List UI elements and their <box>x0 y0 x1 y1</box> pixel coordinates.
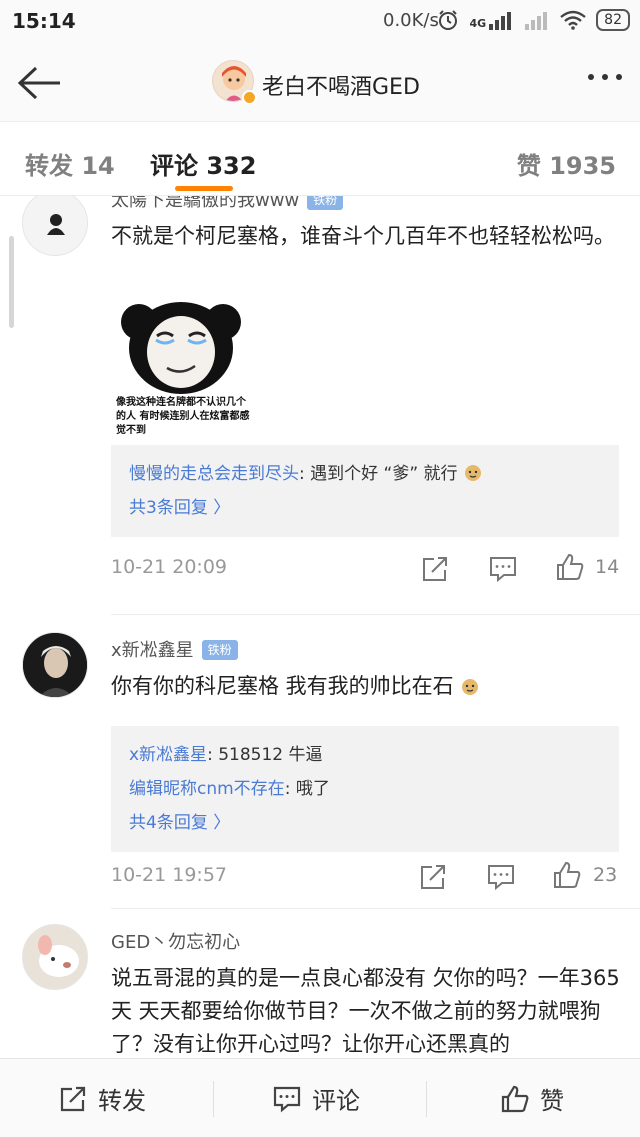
reply-button[interactable] <box>488 554 518 584</box>
repost-button[interactable] <box>420 554 450 584</box>
fan-badge: 铁粉 <box>307 196 344 210</box>
comment-feed[interactable]: 太陽下是驕傲的我www 铁粉 不就是个柯尼塞格，谁奋斗个几百年不也轻轻松松吗。 像… <box>0 196 640 1058</box>
wifi-icon <box>560 10 586 30</box>
repost-button[interactable] <box>418 862 448 892</box>
reply-text: : 哦了 <box>284 779 330 799</box>
status-time: 15:14 <box>12 9 76 33</box>
reply-box[interactable]: x新凇鑫星: 518512 牛逼 编辑昵称cnm不存在: 哦了 共4条回复 〉 <box>111 726 619 852</box>
tab-bar: 转发 14 评论 332 赞 1935 <box>0 122 640 196</box>
reply-author[interactable]: 编辑昵称cnm不存在 <box>129 779 285 799</box>
avatar[interactable] <box>22 196 88 256</box>
bottom-repost-button[interactable]: 转发 <box>58 1059 146 1137</box>
author-name: 太陽下是驕傲的我www <box>111 196 300 211</box>
comment-author[interactable]: x新凇鑫星 铁粉 <box>111 636 238 662</box>
signal-icon <box>489 12 512 30</box>
user-avatar-icon <box>23 925 87 989</box>
view-replies-link[interactable]: 共3条回复 〉 <box>129 491 601 525</box>
reply-text: : 518512 牛逼 <box>207 745 323 765</box>
meme-image[interactable]: 像我这种连名牌都不认识几个的人 有时候连别人在炫富都感觉不到 <box>111 296 251 436</box>
divider <box>111 614 640 615</box>
user-avatar-icon <box>23 633 87 697</box>
comment-icon <box>488 865 514 891</box>
back-arrow-icon <box>17 66 60 100</box>
comment-icon <box>273 1086 301 1112</box>
active-tab-indicator <box>175 186 233 191</box>
bottom-comment-button[interactable]: 评论 <box>272 1059 360 1137</box>
avatar[interactable] <box>22 924 88 990</box>
avatar[interactable] <box>22 632 88 698</box>
bottom-comment-label: 评论 <box>312 1087 360 1115</box>
comment-author[interactable]: GED丶勿忘初心 <box>111 928 240 954</box>
divider <box>426 1081 427 1117</box>
view-replies-link[interactable]: 共4条回复 〉 <box>129 806 601 840</box>
reply-line[interactable]: 编辑昵称cnm不存在: 哦了 <box>129 772 601 806</box>
repost-icon <box>423 557 447 581</box>
like-button[interactable] <box>552 860 582 890</box>
bottom-action-bar: 转发 评论 赞 <box>0 1058 640 1137</box>
repost-icon <box>421 865 445 889</box>
like-count: 14 <box>595 556 620 578</box>
tab-likes[interactable]: 赞 1935 <box>517 146 616 181</box>
reply-box[interactable]: 慢慢的走总会走到尽头: 遇到个好 “爹” 就行 共3条回复 〉 <box>111 445 619 537</box>
like-button[interactable] <box>555 552 585 582</box>
reply-text: : 遇到个好 “爹” 就行 <box>299 464 458 484</box>
divider <box>111 908 640 909</box>
verified-badge-icon <box>242 90 257 105</box>
status-bar: 15:14 0.0K/s 4G 82 <box>0 0 640 44</box>
thumbs-up-icon <box>554 861 581 888</box>
back-button[interactable] <box>14 62 64 104</box>
reply-line[interactable]: 慢慢的走总会走到尽头: 遇到个好 “爹” 就行 <box>129 457 601 491</box>
repost-icon <box>60 1086 86 1111</box>
bottom-repost-label: 转发 <box>98 1087 146 1115</box>
comment-time: 10-21 19:57 <box>111 864 228 886</box>
signal-2-icon <box>525 12 548 30</box>
network-label: 4G <box>469 17 487 30</box>
doge-emoji-icon <box>464 465 481 481</box>
scrollbar[interactable] <box>9 236 14 328</box>
comment-text: 不就是个柯尼塞格，谁奋斗个几百年不也轻轻松松吗。 <box>111 224 615 248</box>
comment-text: 说五哥混的真的是一点良心都没有 欠你的吗？一年365天 天天都要给你做节目？一次… <box>111 966 620 1056</box>
tab-repost[interactable]: 转发 14 <box>25 146 115 181</box>
status-icons: 4G 82 <box>437 9 630 31</box>
divider <box>213 1081 214 1117</box>
comment-text-content: 你有你的科尼塞格 我有我的帅比在石 <box>111 674 454 698</box>
thumbs-up-icon <box>501 1085 529 1112</box>
more-dots-icon <box>602 74 608 80</box>
more-dots-icon <box>616 74 622 80</box>
reply-button[interactable] <box>486 862 516 892</box>
reply-author[interactable]: x新凇鑫星 <box>129 745 207 765</box>
thumbs-up-icon <box>557 553 584 580</box>
alarm-icon <box>439 10 458 30</box>
fan-badge: 铁粉 <box>201 640 238 660</box>
like-count: 23 <box>593 864 618 886</box>
reply-line[interactable]: x新凇鑫星: 518512 牛逼 <box>129 738 601 772</box>
comment-text: 你有你的科尼塞格 我有我的帅比在石 <box>111 670 621 703</box>
doge-emoji-icon <box>462 679 479 695</box>
network-speed: 0.0K/s <box>383 10 439 31</box>
reply-author[interactable]: 慢慢的走总会走到尽头 <box>129 464 299 484</box>
signal-4g: 4G <box>469 10 514 30</box>
user-avatar-icon <box>47 214 65 235</box>
more-dots-icon <box>588 74 594 80</box>
more-options-button[interactable] <box>588 74 622 80</box>
battery-indicator: 82 <box>596 9 630 31</box>
panda-meme-icon <box>121 302 241 394</box>
author-name: x新凇鑫星 <box>111 640 194 661</box>
comment-icon <box>490 557 516 583</box>
meme-caption: 像我这种连名牌都不认识几个的人 有时候连别人在炫富都感觉不到 <box>116 397 250 436</box>
nav-bar: 老白不喝酒GED <box>0 44 640 122</box>
tab-comments[interactable]: 评论 332 <box>150 146 256 181</box>
bottom-like-button[interactable]: 赞 <box>500 1059 564 1137</box>
page-title: 老白不喝酒GED <box>262 75 420 100</box>
comment-author[interactable]: 太陽下是驕傲的我www 铁粉 <box>111 196 344 212</box>
bottom-like-label: 赞 <box>540 1087 564 1115</box>
comment-time: 10-21 20:09 <box>111 556 228 578</box>
